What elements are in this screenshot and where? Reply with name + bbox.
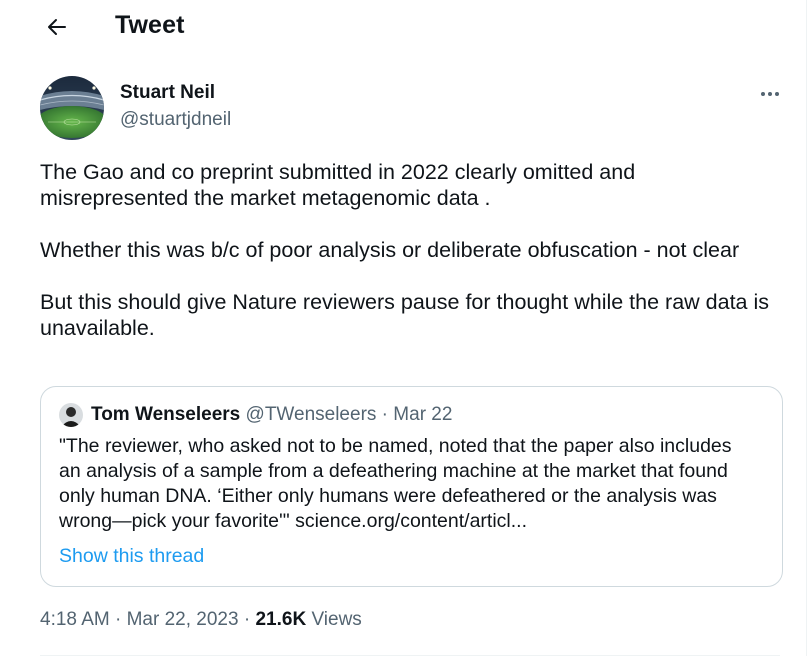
page-title: Tweet bbox=[115, 11, 185, 39]
top-bar: Tweet bbox=[0, 0, 812, 54]
quoted-text: "The reviewer, who asked not to be named… bbox=[59, 434, 769, 534]
views-label: Views bbox=[311, 609, 362, 630]
author-name[interactable]: Stuart Neil bbox=[120, 82, 215, 104]
stadium-photo-avatar bbox=[40, 76, 104, 140]
tweet-paragraph: The Gao and co preprint submitted in 202… bbox=[40, 160, 636, 210]
more-horizontal-icon bbox=[761, 92, 779, 96]
quoted-author-name: Tom Wenseleers bbox=[91, 404, 241, 425]
tweet-meta: 4:18 AM · Mar 22, 2023 · 21.6K Views bbox=[40, 609, 362, 631]
more-button[interactable] bbox=[756, 84, 784, 104]
quoted-date: Mar 22 bbox=[393, 404, 453, 425]
back-button[interactable] bbox=[40, 10, 74, 44]
tweet-paragraph: Whether this was b/c of poor analysis or… bbox=[40, 238, 740, 262]
quoted-tweet-card[interactable]: Tom Wenseleers @TWenseleers · Mar 22 "Th… bbox=[40, 386, 783, 587]
quoted-text-line: only human DNA. ‘Either only humans were… bbox=[59, 485, 717, 507]
tweet-text: The Gao and co preprint submitted in 202… bbox=[40, 159, 780, 341]
avatar[interactable] bbox=[40, 76, 104, 140]
quoted-header: Tom Wenseleers @TWenseleers · Mar 22 bbox=[91, 404, 452, 426]
person-photo-avatar bbox=[59, 403, 83, 427]
tweet-paragraph: But this should give Nature reviewers pa… bbox=[40, 290, 770, 340]
meta-separator: · bbox=[238, 609, 256, 630]
views-count: 21.6K bbox=[255, 609, 307, 630]
tweet-time[interactable]: 4:18 AM bbox=[40, 609, 110, 630]
quoted-separator: · bbox=[376, 404, 394, 425]
tweet-page: Tweet Stuart Neil @stuartjdneil The Gao … bbox=[0, 0, 812, 656]
quoted-text-line: an analysis of a sample from a defeather… bbox=[59, 460, 728, 482]
author-handle[interactable]: @stuartjdneil bbox=[120, 109, 231, 131]
quoted-avatar bbox=[59, 403, 83, 427]
meta-separator: · bbox=[109, 609, 127, 630]
tweet-date[interactable]: Mar 22, 2023 bbox=[127, 609, 239, 630]
quoted-text-line: wrong—pick your favorite'" science.org/c… bbox=[59, 510, 528, 532]
arrow-left-icon bbox=[48, 19, 66, 35]
quoted-author-handle: @TWenseleers bbox=[245, 404, 377, 425]
quoted-text-line: "The reviewer, who asked not to be named… bbox=[59, 435, 732, 457]
show-thread-link[interactable]: Show this thread bbox=[59, 545, 204, 568]
column-border bbox=[806, 0, 807, 656]
